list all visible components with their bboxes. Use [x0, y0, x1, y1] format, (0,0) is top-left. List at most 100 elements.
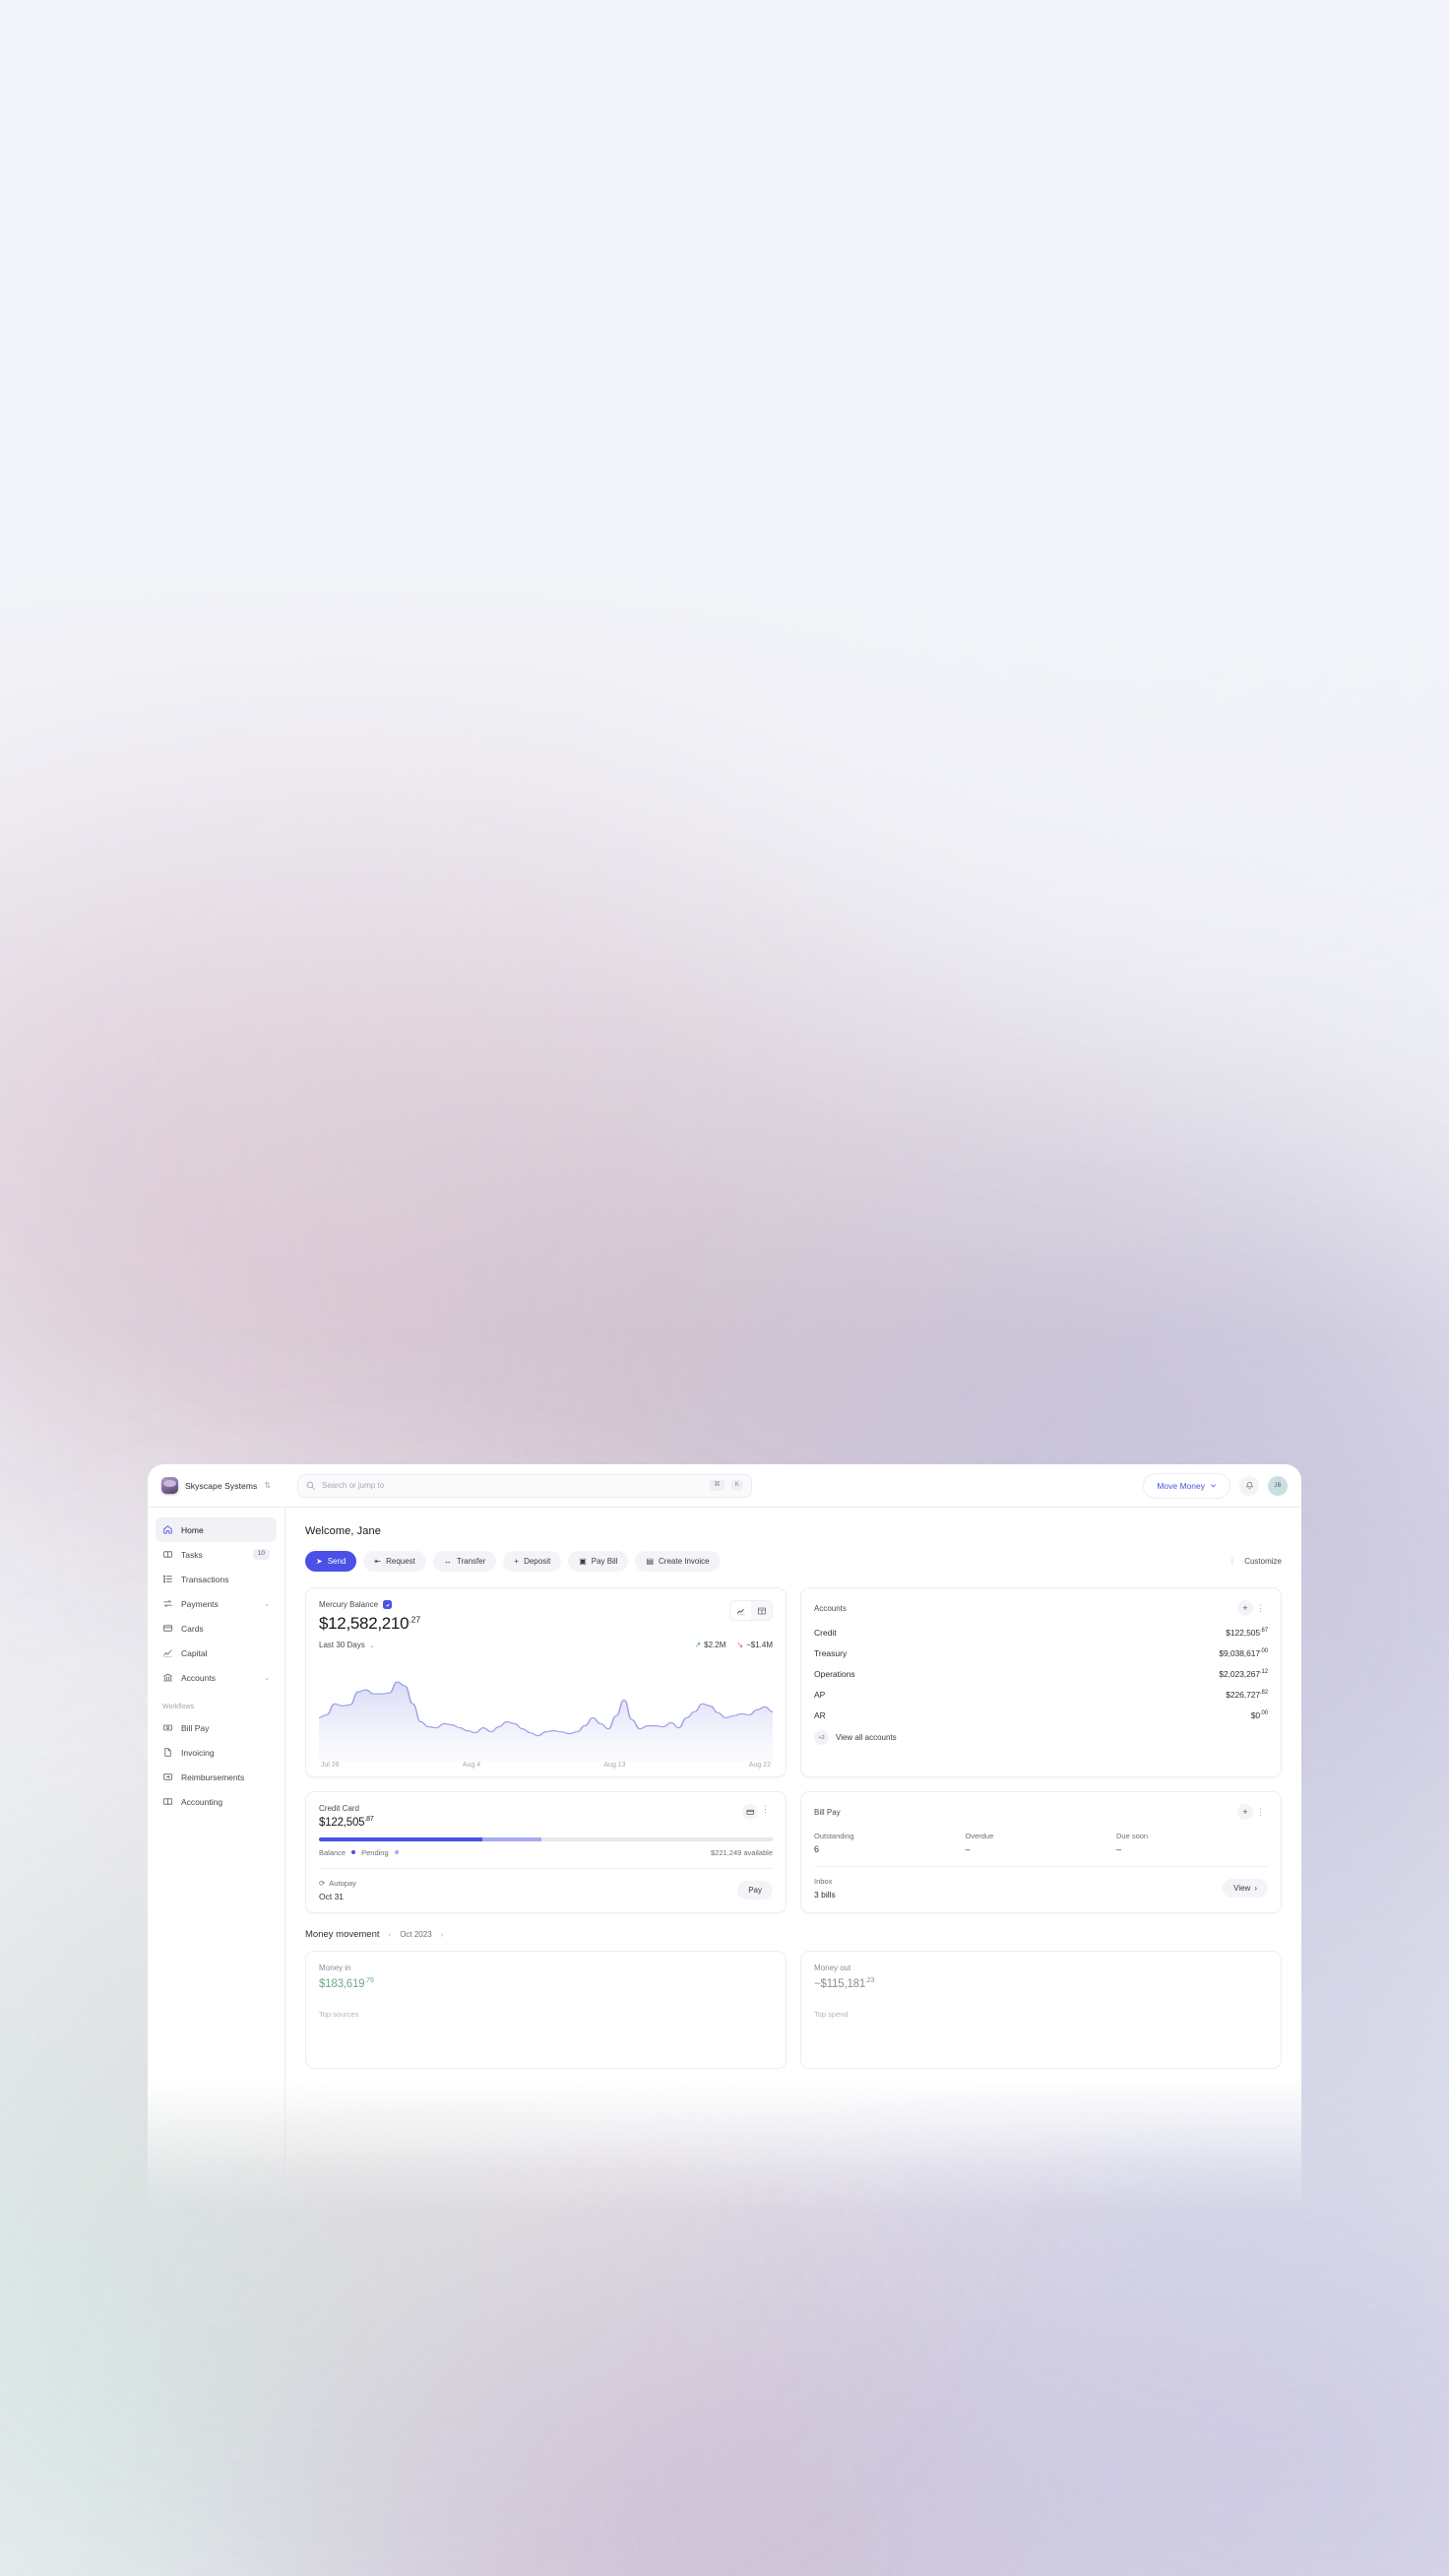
chevron-left-icon[interactable]: ‹ — [389, 1930, 392, 1939]
move-money-button[interactable]: Move Money — [1143, 1472, 1230, 1499]
view-all-accounts-button[interactable]: +2 View all accounts — [814, 1730, 1268, 1745]
add-bill-button[interactable]: + — [1237, 1804, 1253, 1820]
credit-usage-bar — [319, 1836, 773, 1841]
page-title: Welcome, Jane — [305, 1525, 381, 1537]
stat-overdue: Overdue – — [965, 1832, 994, 1854]
sidebar-item-invoicing[interactable]: Invoicing — [156, 1740, 277, 1765]
workspace-switcher[interactable]: Skyscape Systems ⇅ — [148, 1464, 285, 1507]
sidebar-item-label: Capital — [181, 1647, 208, 1658]
table-row[interactable]: AP $226,727.82 — [814, 1684, 1268, 1705]
dots-vertical-icon[interactable]: ⋮ — [1253, 1603, 1268, 1614]
pay-bill-button[interactable]: ▣ Pay Bill — [568, 1551, 629, 1572]
top-bar: Skyscape Systems ⇅ Search or jump to ⌘ K… — [148, 1464, 1301, 1508]
table-row[interactable]: Treasury $9,038,617.00 — [814, 1642, 1268, 1663]
dots-vertical-icon[interactable]: ⋮ — [758, 1804, 773, 1815]
customize-label: Customize — [1244, 1557, 1282, 1566]
deposit-label: Deposit — [524, 1557, 551, 1566]
sidebar-item-accounting[interactable]: Accounting — [156, 1789, 277, 1814]
money-movement-section: Money movement ‹ Oct 2023 › Money in $18… — [305, 1929, 1282, 2069]
delta-inflow: ↗ $2.2M — [694, 1641, 726, 1649]
create-invoice-label: Create Invoice — [659, 1557, 710, 1566]
sidebar-item-reimbursements[interactable]: Reimbursements — [156, 1765, 277, 1789]
sidebar-item-bill-pay[interactable]: Bill Pay — [156, 1715, 277, 1740]
search-placeholder: Search or jump to — [322, 1481, 385, 1490]
arrow-down-right-icon: ↘ — [736, 1641, 744, 1649]
chart-view-toggle[interactable] — [729, 1600, 773, 1621]
reimbursement-icon — [162, 1771, 173, 1782]
money-in-card: Money in $183,619.79 Top sources — [305, 1950, 787, 2069]
move-money-label: Move Money — [1157, 1480, 1205, 1491]
sidebar-item-label: Payments — [181, 1598, 219, 1609]
money-out-amount: −$115,181.23 — [814, 1976, 875, 1990]
delta-outflow: ↘ −$1.4M — [736, 1641, 773, 1649]
sidebar-item-label: Transactions — [181, 1574, 229, 1584]
credit-card-title: Credit Card — [319, 1804, 359, 1813]
stat-outstanding: Outstanding 6 — [814, 1832, 854, 1854]
tasks-icon — [162, 1549, 173, 1560]
send-button[interactable]: ➤ Send — [305, 1551, 357, 1572]
available-credit-label: $221,249 available — [711, 1847, 773, 1857]
dots-vertical-icon[interactable]: ⋮ — [1253, 1807, 1268, 1818]
avatar[interactable]: JB — [1268, 1475, 1288, 1496]
sidebar-item-cards[interactable]: Cards — [156, 1616, 277, 1641]
table-row[interactable]: Operations $2,023,267.12 — [814, 1663, 1268, 1684]
pay-label: Pay — [748, 1885, 762, 1895]
brand-name: Skyscape Systems — [185, 1480, 258, 1491]
chevron-right-icon: › — [1254, 1884, 1257, 1893]
money-in-amount: $183,619.79 — [319, 1976, 374, 1990]
balance-amount: $12,582,210.27 — [319, 1614, 421, 1633]
sidebar-item-label: Cards — [181, 1623, 204, 1634]
date-range-selector[interactable]: Last 30 Days ⌄ — [319, 1641, 375, 1649]
sidebar-item-tasks[interactable]: Tasks 10 — [156, 1542, 277, 1567]
sidebar-item-payments[interactable]: Payments ⌄ — [156, 1591, 277, 1616]
credit-card-icon[interactable] — [742, 1804, 758, 1820]
pending-legend-dot — [394, 1850, 399, 1855]
refresh-icon: ⟳ — [319, 1878, 326, 1888]
balance-card-title: Mercury Balance — [319, 1600, 379, 1609]
line-chart-icon[interactable] — [730, 1601, 751, 1620]
sidebar-item-home[interactable]: Home — [156, 1517, 277, 1542]
customize-button[interactable]: ⋮ Customize — [1225, 1556, 1282, 1567]
view-inbox-button[interactable]: View › — [1223, 1879, 1268, 1898]
sidebar-item-label: Reimbursements — [181, 1771, 245, 1782]
x-tick: Aug 4 — [462, 1762, 481, 1769]
plus-icon: + — [514, 1556, 520, 1566]
invoice-icon: ▤ — [646, 1556, 654, 1566]
shortcut-k-key: K — [730, 1480, 743, 1491]
arrow-up-right-icon: ↗ — [694, 1641, 702, 1649]
chevron-down-icon — [1211, 1484, 1216, 1488]
bank-icon — [162, 1672, 173, 1683]
x-tick: Jul 26 — [321, 1762, 340, 1769]
tasks-badge: 10 — [252, 1549, 270, 1560]
avatar-initials: JB — [1274, 1482, 1282, 1489]
table-row[interactable]: Credit $122,505.67 — [814, 1622, 1268, 1642]
money-movement-title: Money movement — [305, 1928, 380, 1940]
credit-card-amount: $122,505.87 — [319, 1816, 374, 1829]
notifications-button[interactable] — [1239, 1475, 1259, 1496]
money-out-label: Money out — [814, 1963, 851, 1972]
chevron-down-icon: ⌄ — [264, 1600, 270, 1608]
chevron-right-icon[interactable]: › — [441, 1930, 444, 1939]
transfer-button[interactable]: ↔ Transfer — [432, 1551, 497, 1572]
create-invoice-button[interactable]: ▤ Create Invoice — [635, 1551, 721, 1572]
document-icon — [162, 1747, 173, 1758]
skyscape-logo — [161, 1477, 178, 1494]
sidebar-item-accounts[interactable]: Accounts ⌄ — [156, 1665, 277, 1690]
sidebar-item-transactions[interactable]: Transactions — [156, 1567, 277, 1591]
bell-icon — [1245, 1482, 1253, 1490]
pending-legend-label: Pending — [361, 1847, 389, 1857]
send-label: Send — [327, 1557, 346, 1566]
sidebar-item-label: Bill Pay — [181, 1722, 210, 1733]
request-button[interactable]: ⇤ Request — [363, 1551, 426, 1572]
pay-bill-label: Pay Bill — [591, 1557, 618, 1566]
sidebar-item-label: Home — [181, 1524, 204, 1535]
table-icon[interactable] — [751, 1601, 772, 1620]
pay-button[interactable]: Pay — [737, 1880, 773, 1900]
list-icon — [162, 1574, 173, 1584]
search-input[interactable]: Search or jump to ⌘ K — [297, 1473, 752, 1498]
deposit-button[interactable]: + Deposit — [503, 1551, 562, 1572]
add-account-button[interactable]: + — [1237, 1600, 1253, 1616]
table-row[interactable]: AR $0.00 — [814, 1705, 1268, 1725]
balance-area-chart — [319, 1653, 773, 1762]
sidebar-item-capital[interactable]: Capital — [156, 1641, 277, 1665]
